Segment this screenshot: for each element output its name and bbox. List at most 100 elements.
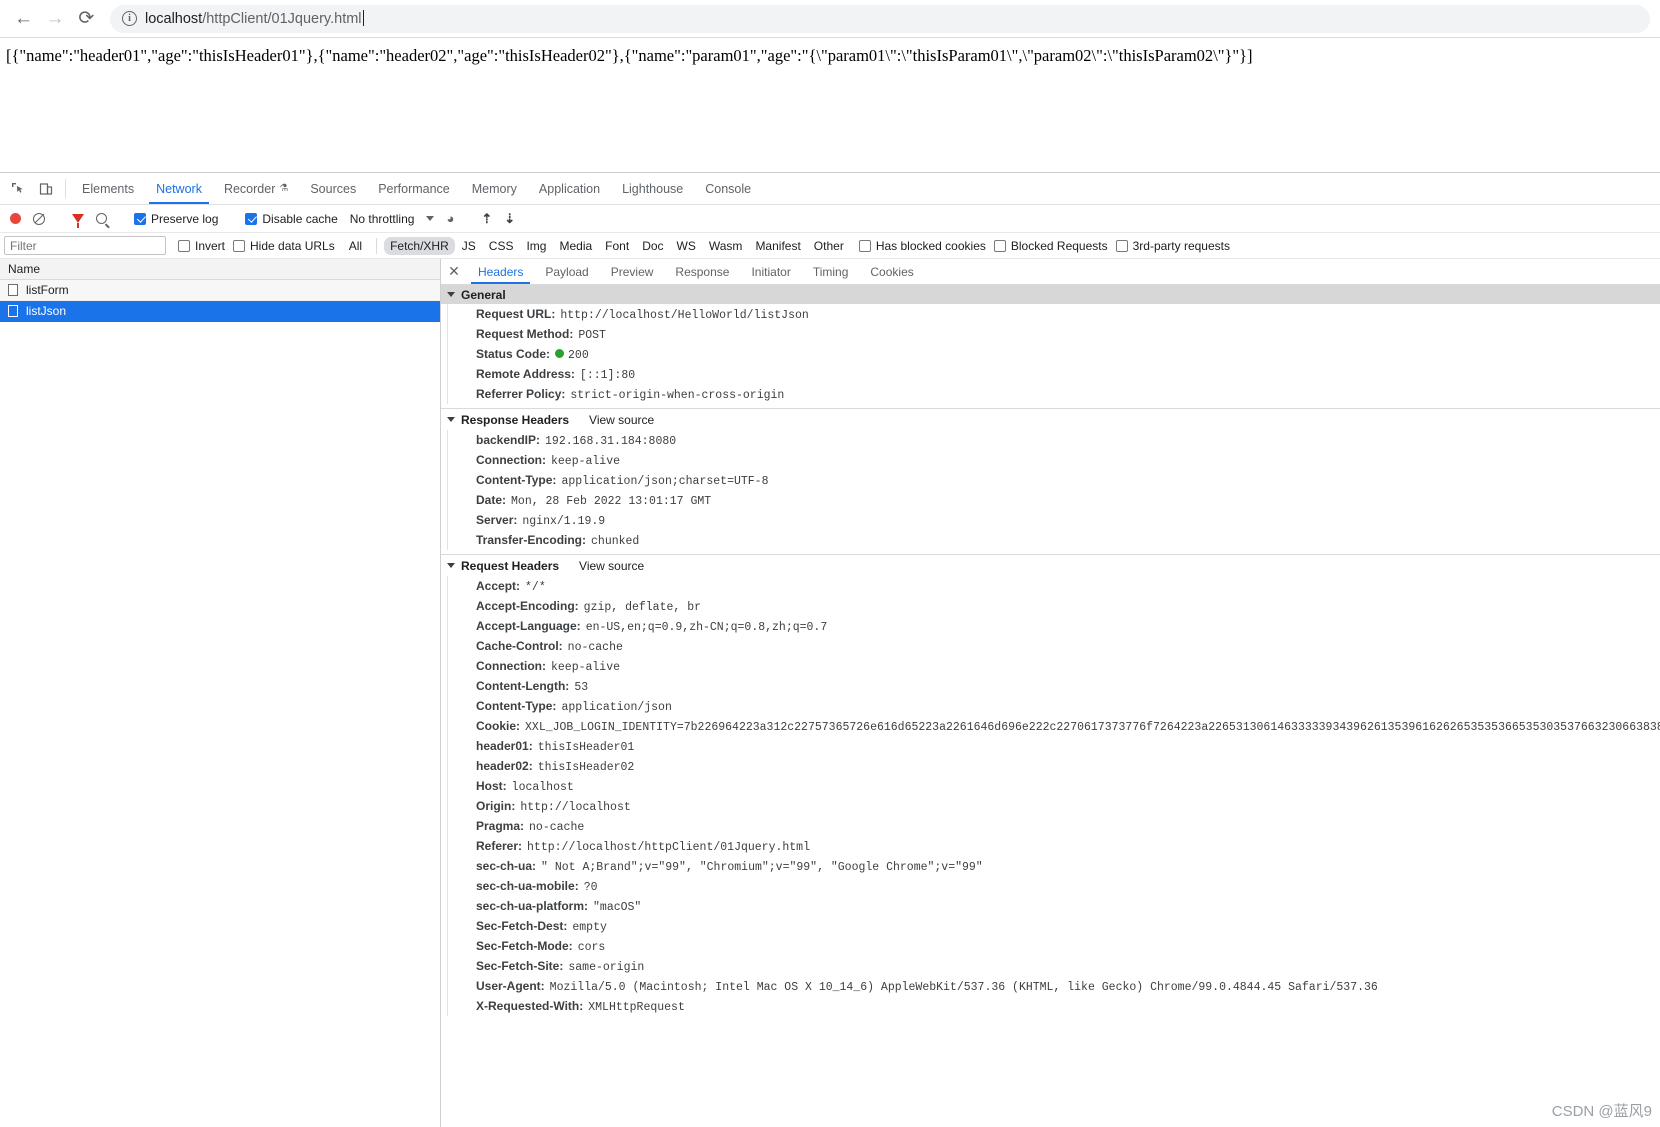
filter-type-other[interactable]: Other (808, 237, 850, 255)
filter-type-ws[interactable]: WS (671, 237, 702, 255)
filter-type-doc[interactable]: Doc (636, 237, 669, 255)
header-row: Pragma: no-cache (447, 816, 1660, 836)
view-source-link[interactable]: View source (579, 559, 644, 573)
header-value: thisIsHeader01 (537, 740, 635, 754)
section-header-general[interactable]: General (441, 285, 1660, 304)
tab-label: Preview (610, 264, 654, 279)
header-key: Cache-Control: (476, 638, 563, 653)
detail-tab-headers[interactable]: Headers (467, 259, 534, 284)
checkbox-box (858, 239, 871, 252)
header-key: Content-Type: (476, 698, 557, 713)
detail-scrollbar[interactable] (1652, 285, 1660, 1127)
detail-tab-initiator[interactable]: Initiator (740, 259, 801, 284)
chevron-down-icon (447, 292, 455, 297)
export-har-button[interactable]: ⇣ (500, 211, 519, 227)
site-info-icon[interactable]: i (121, 11, 137, 26)
view-source-link[interactable]: View source (589, 413, 654, 427)
filter-type-fetch-xhr[interactable]: Fetch/XHR (384, 236, 455, 255)
header-row: X-Requested-With: XMLHttpRequest (447, 996, 1660, 1016)
has-blocked-cookies-checkbox[interactable]: Has blocked cookies (858, 239, 986, 253)
header-row: Host: localhost (447, 776, 1660, 796)
detail-tab-response[interactable]: Response (664, 259, 740, 284)
devtools-panel: Elements Network Recorder ⚗ Sources Perfo… (0, 172, 1660, 1127)
header-key: sec-ch-ua-platform: (476, 898, 589, 913)
close-icon[interactable]: ✕ (441, 259, 467, 284)
request-list-panel: Name listForm listJson (0, 259, 441, 1127)
request-list-column-header[interactable]: Name (0, 259, 440, 280)
header-key: Request Method: (476, 326, 574, 341)
devtools-tab-console[interactable]: Console (694, 173, 762, 204)
header-value: 53 (574, 680, 589, 694)
filter-type-font[interactable]: Font (599, 237, 635, 255)
header-row: Accept-Encoding: gzip, deflate, br (447, 596, 1660, 616)
devtools-tab-performance[interactable]: Performance (367, 173, 461, 204)
preserve-log-checkbox[interactable]: Preserve log (130, 212, 222, 226)
address-bar[interactable]: i localhost/httpClient/01Jquery.html (109, 4, 1650, 33)
detail-tab-cookies[interactable]: Cookies (859, 259, 924, 284)
clear-button[interactable] (29, 212, 49, 225)
header-value: keep-alive (551, 660, 621, 674)
experiment-flask-icon: ⚗ (279, 183, 289, 194)
devtools-tab-memory[interactable]: Memory (461, 173, 528, 204)
network-toolbar: Preserve log Disable cache No throttling… (0, 205, 1660, 233)
back-arrow-icon[interactable]: ← (10, 4, 37, 34)
table-row[interactable]: listJson (0, 301, 440, 322)
third-party-requests-checkbox[interactable]: 3rd-party requests (1115, 239, 1230, 253)
device-toolbar-icon[interactable] (32, 173, 60, 204)
devtools-tab-recorder[interactable]: Recorder ⚗ (213, 173, 299, 204)
reload-icon[interactable]: ⟳ (73, 4, 100, 34)
header-key: Content-Type: (476, 472, 557, 487)
filter-type-js[interactable]: JS (456, 237, 482, 255)
hide-data-urls-checkbox[interactable]: Hide data URLs (233, 239, 335, 253)
header-key: Request URL: (476, 306, 556, 321)
filter-type-img[interactable]: Img (520, 237, 552, 255)
detail-tab-timing[interactable]: Timing (802, 259, 860, 284)
section-header-response-headers[interactable]: Response Headers View source (441, 408, 1660, 430)
filter-type-manifest[interactable]: Manifest (749, 237, 806, 255)
header-key: Accept: (476, 578, 521, 593)
filter-type-css[interactable]: CSS (483, 237, 520, 255)
inspect-element-icon[interactable] (4, 173, 32, 204)
filter-toggle-button[interactable] (68, 214, 88, 228)
detail-tab-payload[interactable]: Payload (534, 259, 599, 284)
header-key: Accept-Language: (476, 618, 581, 633)
detail-tab-preview[interactable]: Preview (600, 259, 665, 284)
filter-input[interactable] (4, 236, 166, 255)
invert-checkbox[interactable]: Invert (178, 239, 225, 253)
forward-arrow-icon[interactable]: → (41, 4, 68, 34)
disable-cache-checkbox[interactable]: Disable cache (241, 212, 341, 226)
devtools-tab-elements[interactable]: Elements (71, 173, 145, 204)
devtools-tab-application[interactable]: Application (528, 173, 611, 204)
hide-data-urls-label: Hide data URLs (250, 238, 335, 253)
throttling-select[interactable]: No throttling (346, 212, 439, 226)
filter-type-media[interactable]: Media (553, 237, 598, 255)
devtools-tab-network[interactable]: Network (145, 173, 213, 204)
devtools-tab-sources[interactable]: Sources (299, 173, 367, 204)
tab-label: Payload (545, 264, 589, 279)
header-row: header01: thisIsHeader01 (447, 736, 1660, 756)
header-key: header01: (476, 738, 533, 753)
header-key: Content-Length: (476, 678, 570, 693)
search-button[interactable] (92, 213, 111, 224)
url-host: localhost (144, 11, 203, 27)
filter-type-wasm[interactable]: Wasm (703, 237, 749, 255)
blocked-requests-checkbox[interactable]: Blocked Requests (993, 239, 1108, 253)
section-header-request-headers[interactable]: Request Headers View source (441, 554, 1660, 576)
checkbox-box (178, 239, 190, 252)
filter-type-all[interactable]: All (343, 237, 368, 255)
network-conditions-button[interactable]: ◕ (442, 211, 458, 226)
record-button[interactable] (6, 213, 25, 224)
header-row: Origin: http://localhost (447, 796, 1660, 816)
tab-label: Recorder (223, 181, 276, 196)
devtools-tab-lighthouse[interactable]: Lighthouse (611, 173, 694, 204)
table-row[interactable]: listForm (0, 280, 440, 301)
header-key: backendIP: (476, 432, 541, 447)
chevron-down-icon (447, 563, 455, 568)
header-row: Sec-Fetch-Site: same-origin (447, 956, 1660, 976)
header-value: Mozilla/5.0 (Macintosh; Intel Mac OS X 1… (549, 980, 1378, 994)
import-har-button[interactable]: ⇡ (477, 211, 496, 227)
header-row: Referer: http://localhost/httpClient/01Jq… (447, 836, 1660, 856)
header-value: http://localhost/httpClient/01Jquery.htm… (527, 840, 810, 854)
header-row: Sec-Fetch-Dest: empty (447, 916, 1660, 936)
headers-content: General Request URL: http://localhost/Hel… (441, 285, 1660, 1127)
